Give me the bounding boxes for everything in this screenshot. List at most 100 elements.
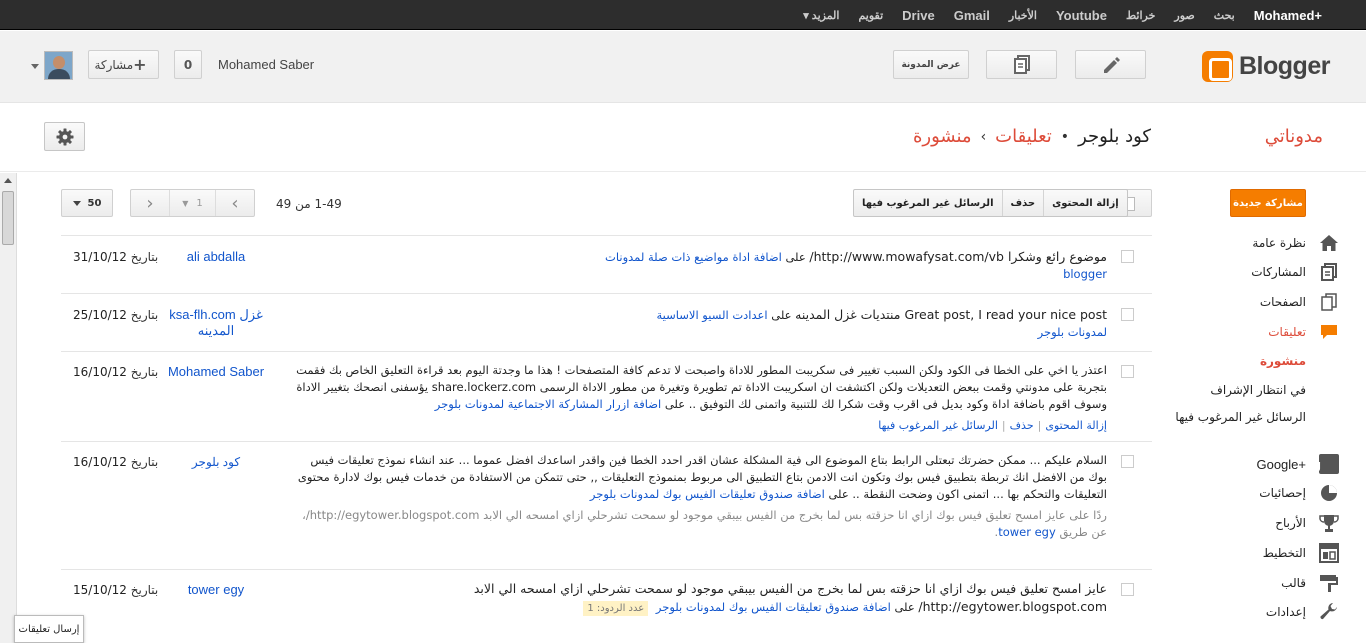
chevron-left-icon: ‹ — [231, 192, 239, 214]
next-page-button[interactable]: › — [131, 190, 170, 216]
trophy-icon — [1319, 513, 1339, 533]
svg-text:g+: g+ — [1319, 457, 1321, 472]
gbar-link-news[interactable]: الأخبار — [1009, 9, 1037, 22]
row-checkbox[interactable] — [1121, 455, 1134, 468]
per-page-select[interactable]: 50 — [61, 189, 113, 217]
gbar-link-drive[interactable]: Drive — [902, 8, 935, 23]
result-range: 1-49 من 49 — [276, 197, 342, 211]
breadcrumb-published: منشورة — [913, 126, 972, 147]
row-checkbox[interactable] — [1121, 583, 1134, 596]
share-button[interactable]: + مشاركة — [88, 50, 159, 79]
prev-page-button[interactable]: ‹ — [216, 190, 254, 216]
comment-text: Great post, I read your nice post منتديا… — [795, 307, 1107, 322]
view-posts-button[interactable] — [986, 50, 1057, 79]
page-select[interactable]: ▼ 1 — [170, 190, 216, 216]
new-post-button[interactable]: مشاركة جديدة — [1230, 189, 1306, 217]
scroll-up-arrow-icon[interactable] — [4, 178, 12, 183]
app-header: Blogger عرض المدونة 0 Mohamed Saber + مش… — [0, 31, 1366, 103]
stats-icon — [1319, 483, 1339, 503]
comments-icon — [1319, 322, 1339, 342]
breadcrumb-comments[interactable]: تعليقات — [995, 126, 1052, 147]
sidebar-item-earnings[interactable]: الأرباح — [1275, 513, 1339, 533]
posts-list-icon — [1013, 54, 1030, 74]
comment-date: بتاريخ 31/10/12 — [73, 250, 158, 264]
comment-post-link[interactable]: اضافة صندوق تعليقات الفيس بوك لمدونات بل… — [656, 600, 891, 614]
comment-author[interactable]: Mohamed Saber — [166, 364, 266, 380]
remove-content-button[interactable]: إزالة المحتوى — [1043, 190, 1127, 216]
reply-to: ردًا على عايز امسح تعليق فيس بوك ازاي ان… — [302, 508, 1107, 539]
sidebar-item-overview[interactable]: نظرة عامة — [1252, 233, 1338, 253]
gbar-link-search[interactable]: بحث — [1214, 9, 1235, 22]
comment-date: بتاريخ 16/10/12 — [73, 455, 158, 469]
comment-row: السلام عليكم ... ممكن حضرتك تبعتلى الراب… — [61, 442, 1152, 570]
breadcrumb: كود بلوجر • تعليقات › منشورة — [913, 126, 1151, 147]
account-caret-icon[interactable] — [31, 64, 39, 69]
sidebar-subitem-published[interactable]: منشورة — [1260, 354, 1306, 368]
sidebar-subitem-awaiting-moderation[interactable]: في انتظار الإشراف — [1210, 383, 1306, 397]
plus-icon: + — [133, 55, 147, 74]
blogger-logo[interactable]: Blogger — [1202, 51, 1330, 82]
date-prefix: بتاريخ — [130, 365, 159, 379]
reply-author-link[interactable]: tower egy — [998, 525, 1056, 539]
comment-row: عايز امسح تعليق فيس بوك ازاي انا حزقته ب… — [61, 570, 1152, 643]
gbar-link-calendar[interactable]: تقويم — [858, 9, 883, 22]
spam-link[interactable]: الرسائل غير المرغوب فيها — [878, 419, 998, 432]
share-label: مشاركة — [94, 57, 134, 72]
gbar-link-gmail[interactable]: Gmail — [954, 8, 990, 23]
scrollbar[interactable] — [0, 173, 17, 643]
send-feedback-button[interactable]: إرسال تعليقات — [14, 615, 84, 643]
sidebar-item-posts[interactable]: المشاركات — [1251, 262, 1337, 282]
sidebar-item-layout[interactable]: التخطيط — [1263, 543, 1339, 563]
blogger-logo-text: Blogger — [1239, 52, 1330, 80]
user-name[interactable]: Mohamed Saber — [218, 57, 314, 72]
sidebar-item-settings[interactable]: إعدادات — [1266, 602, 1337, 622]
comment-row: اعتذر يا اخي على الخطا فى الكود ولكن الس… — [61, 352, 1152, 442]
posts-icon — [1319, 262, 1339, 282]
spam-button[interactable]: الرسائل غير المرغوب فيها — [854, 190, 1002, 216]
google-plus-icon: g+ — [1319, 454, 1339, 474]
delete-button[interactable]: حذف — [1001, 190, 1044, 216]
delete-link[interactable]: حذف — [1010, 419, 1034, 432]
new-post-pencil-button[interactable] — [1075, 50, 1146, 79]
sidebar-item-pages[interactable]: الصفحات — [1260, 292, 1337, 312]
comment-author[interactable]: كود بلوجر — [166, 454, 266, 470]
row-checkbox[interactable] — [1121, 365, 1134, 378]
gbar-link-youtube[interactable]: Youtube — [1056, 8, 1107, 23]
sidebar-item-template[interactable]: قالب — [1281, 573, 1338, 593]
scroll-thumb[interactable] — [2, 191, 14, 245]
gbar-link-maps[interactable]: خرائط — [1126, 9, 1155, 22]
sidebar-item-google-plus[interactable]: g+ +Google — [1256, 454, 1339, 474]
view-blog-button[interactable]: عرض المدونة — [893, 50, 969, 79]
sidebar-item-comments[interactable]: تعليقات — [1268, 322, 1337, 342]
row-checkbox[interactable] — [1121, 308, 1134, 321]
gbar-link-profile[interactable]: +Mohamed — [1254, 8, 1322, 23]
remove-content-link[interactable]: إزالة المحتوى — [1045, 419, 1107, 432]
row-checkbox[interactable] — [1121, 250, 1134, 263]
reply-count-badge[interactable]: عدد الردود: 1 — [583, 601, 649, 616]
gbar-link-more[interactable]: المزيد ▾ — [803, 9, 839, 22]
comment-body: السلام عليكم ... ممكن حضرتك تبعتلى الراب… — [289, 452, 1107, 541]
gbar-link-images[interactable]: صور — [1174, 9, 1194, 22]
sidebar-item-label: قالب — [1281, 576, 1306, 590]
settings-button[interactable] — [44, 122, 85, 151]
my-blogs-link[interactable]: مدوناتي — [1265, 126, 1323, 147]
comment-date: بتاريخ 16/10/12 — [73, 365, 158, 379]
page-number: 1 — [196, 197, 203, 209]
sidebar-item-stats[interactable]: إحصائيات — [1259, 483, 1337, 503]
comment-author[interactable]: ksa-flh.com غزل المدينه — [166, 307, 266, 339]
comment-author[interactable]: ali abdalla — [166, 249, 266, 265]
date-value: 31/10/12 — [73, 250, 127, 264]
sidebar-item-label: المشاركات — [1251, 265, 1306, 279]
chevron-right-icon: › — [146, 192, 154, 214]
pages-icon — [1319, 292, 1339, 312]
comment-post-link[interactable]: اضافة ازرار المشاركة الاجتماعية لمدونات … — [435, 397, 661, 411]
breadcrumb-blog-name[interactable]: كود بلوجر — [1078, 126, 1151, 147]
comment-author[interactable]: tower egy — [166, 582, 266, 598]
sidebar-subitem-spam[interactable]: الرسائل غير المرغوب فيها — [1175, 410, 1306, 424]
comment-post-link[interactable]: اضافة صندوق تعليقات الفيس بوك لمدونات بل… — [590, 487, 825, 501]
sidebar-item-label: الأرباح — [1275, 516, 1306, 530]
avatar[interactable] — [44, 51, 73, 80]
caret-down-icon: ▼ — [182, 198, 189, 208]
sidebar-item-label: نظرة عامة — [1252, 236, 1306, 250]
comment-on: على — [828, 487, 849, 501]
